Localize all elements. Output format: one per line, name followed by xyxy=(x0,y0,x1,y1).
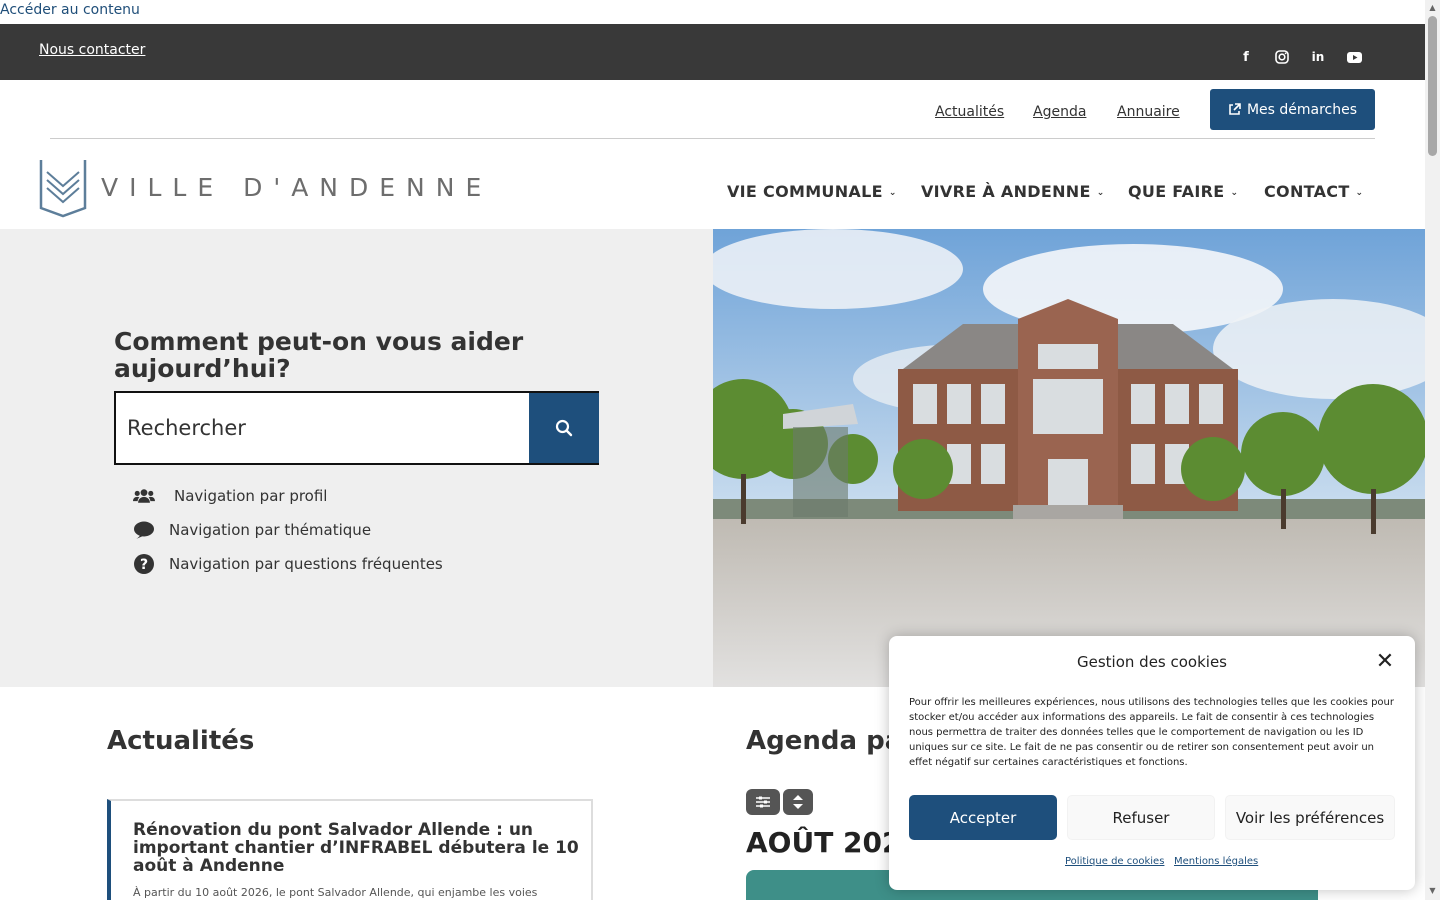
main-nav-label: QUE FAIRE xyxy=(1128,182,1225,201)
nav-link-label: Navigation par profil xyxy=(174,487,328,505)
town-hall-photo xyxy=(713,229,1425,687)
cookie-text: Pour offrir les meilleures expériences, … xyxy=(909,697,1394,768)
nav-link-label: Navigation par questions fréquentes xyxy=(169,555,443,573)
external-link-icon xyxy=(1229,103,1241,115)
refuse-cookies-button[interactable]: Refuser xyxy=(1067,795,1215,840)
cookie-title: Gestion des cookies xyxy=(1077,653,1227,671)
andenne-logo-icon[interactable] xyxy=(39,158,87,218)
scroll-down-icon[interactable]: ▼ xyxy=(1428,886,1437,895)
sort-icon xyxy=(793,795,803,809)
sliders-icon xyxy=(756,796,770,808)
main-nav-que-faire[interactable]: QUE FAIRE ⌄ xyxy=(1128,182,1238,201)
legal-notice-link[interactable]: Mentions légales xyxy=(1174,856,1258,867)
linkedin-icon[interactable]: in xyxy=(1307,46,1329,68)
contact-link[interactable]: Nous contacter xyxy=(39,42,145,58)
main-nav-vivre-a-andenne[interactable]: VIVRE À ANDENNE ⌄ xyxy=(921,182,1105,201)
news-section-title: Actualités xyxy=(107,726,255,756)
main-nav-vie-communale[interactable]: VIE COMMUNALE ⌄ xyxy=(727,182,897,201)
logo-text[interactable]: VILLE D'ANDENNE xyxy=(101,173,492,202)
chevron-down-icon: ⌄ xyxy=(888,188,897,198)
search-icon xyxy=(555,419,573,437)
nav-by-theme-link[interactable]: Navigation par thématique xyxy=(133,520,371,540)
util-nav-actualites[interactable]: Actualités xyxy=(935,104,1004,120)
agenda-sort-button[interactable] xyxy=(783,789,813,815)
agenda-section-title: Agenda pa xyxy=(746,726,903,756)
util-nav-annuaire[interactable]: Annuaire xyxy=(1117,104,1180,120)
cookie-consent-dialog: Gestion des cookies ✕ Pour offrir les me… xyxy=(889,636,1415,890)
nav-link-label: Navigation par thématique xyxy=(169,521,372,539)
cookie-preferences-button[interactable]: Voir les préférences xyxy=(1225,795,1395,840)
main-nav-label: CONTACT xyxy=(1264,182,1350,201)
hero-title: Comment peut-on vous aider aujourd’hui? xyxy=(114,327,524,383)
scroll-up-icon[interactable]: ▲ xyxy=(1428,3,1437,12)
mes-demarches-label: Mes démarches xyxy=(1246,101,1358,118)
cookie-policy-link[interactable]: Politique de cookies xyxy=(1065,856,1164,867)
nav-by-profile-link[interactable]: Navigation par profil xyxy=(133,486,327,506)
chevron-down-icon: ⌄ xyxy=(1230,188,1239,198)
main-nav-label: VIVRE À ANDENNE xyxy=(921,182,1091,201)
news-card-title[interactable]: Rénovation du pont Salvador Allende : un… xyxy=(133,821,583,875)
facebook-icon[interactable]: f xyxy=(1235,46,1257,68)
top-bar: Nous contacter f in xyxy=(0,24,1425,80)
close-icon[interactable]: ✕ xyxy=(1375,651,1395,673)
agenda-filter-button[interactable] xyxy=(746,789,780,815)
nav-by-faq-link[interactable]: ? Navigation par questions fréquentes xyxy=(133,554,443,574)
main-nav-label: VIE COMMUNALE xyxy=(727,182,883,201)
youtube-icon[interactable] xyxy=(1343,46,1365,68)
skip-to-content-link[interactable]: Accéder au contenu xyxy=(0,2,140,18)
main-nav-contact[interactable]: CONTACT ⌄ xyxy=(1264,182,1363,201)
question-icon: ? xyxy=(133,554,155,574)
search-button[interactable] xyxy=(529,393,599,463)
svg-text:?: ? xyxy=(140,557,148,573)
chevron-down-icon: ⌄ xyxy=(1355,188,1364,198)
util-nav-agenda[interactable]: Agenda xyxy=(1033,104,1086,120)
scroll-thumb[interactable] xyxy=(1428,16,1437,156)
mes-demarches-button[interactable]: Mes démarches xyxy=(1210,89,1375,130)
chevron-down-icon: ⌄ xyxy=(1096,188,1105,198)
instagram-icon[interactable] xyxy=(1271,46,1293,68)
page-scrollbar[interactable]: ▲ ▼ xyxy=(1425,0,1440,900)
header-divider xyxy=(50,138,1375,139)
users-icon xyxy=(133,486,155,506)
news-card[interactable]: Rénovation du pont Salvador Allende : un… xyxy=(107,799,593,900)
news-card-excerpt: À partir du 10 août 2026, le pont Salvad… xyxy=(133,886,538,899)
search-form xyxy=(114,391,599,465)
comment-icon xyxy=(133,520,155,540)
accept-cookies-button[interactable]: Accepter xyxy=(909,795,1057,840)
search-input[interactable] xyxy=(116,393,527,463)
